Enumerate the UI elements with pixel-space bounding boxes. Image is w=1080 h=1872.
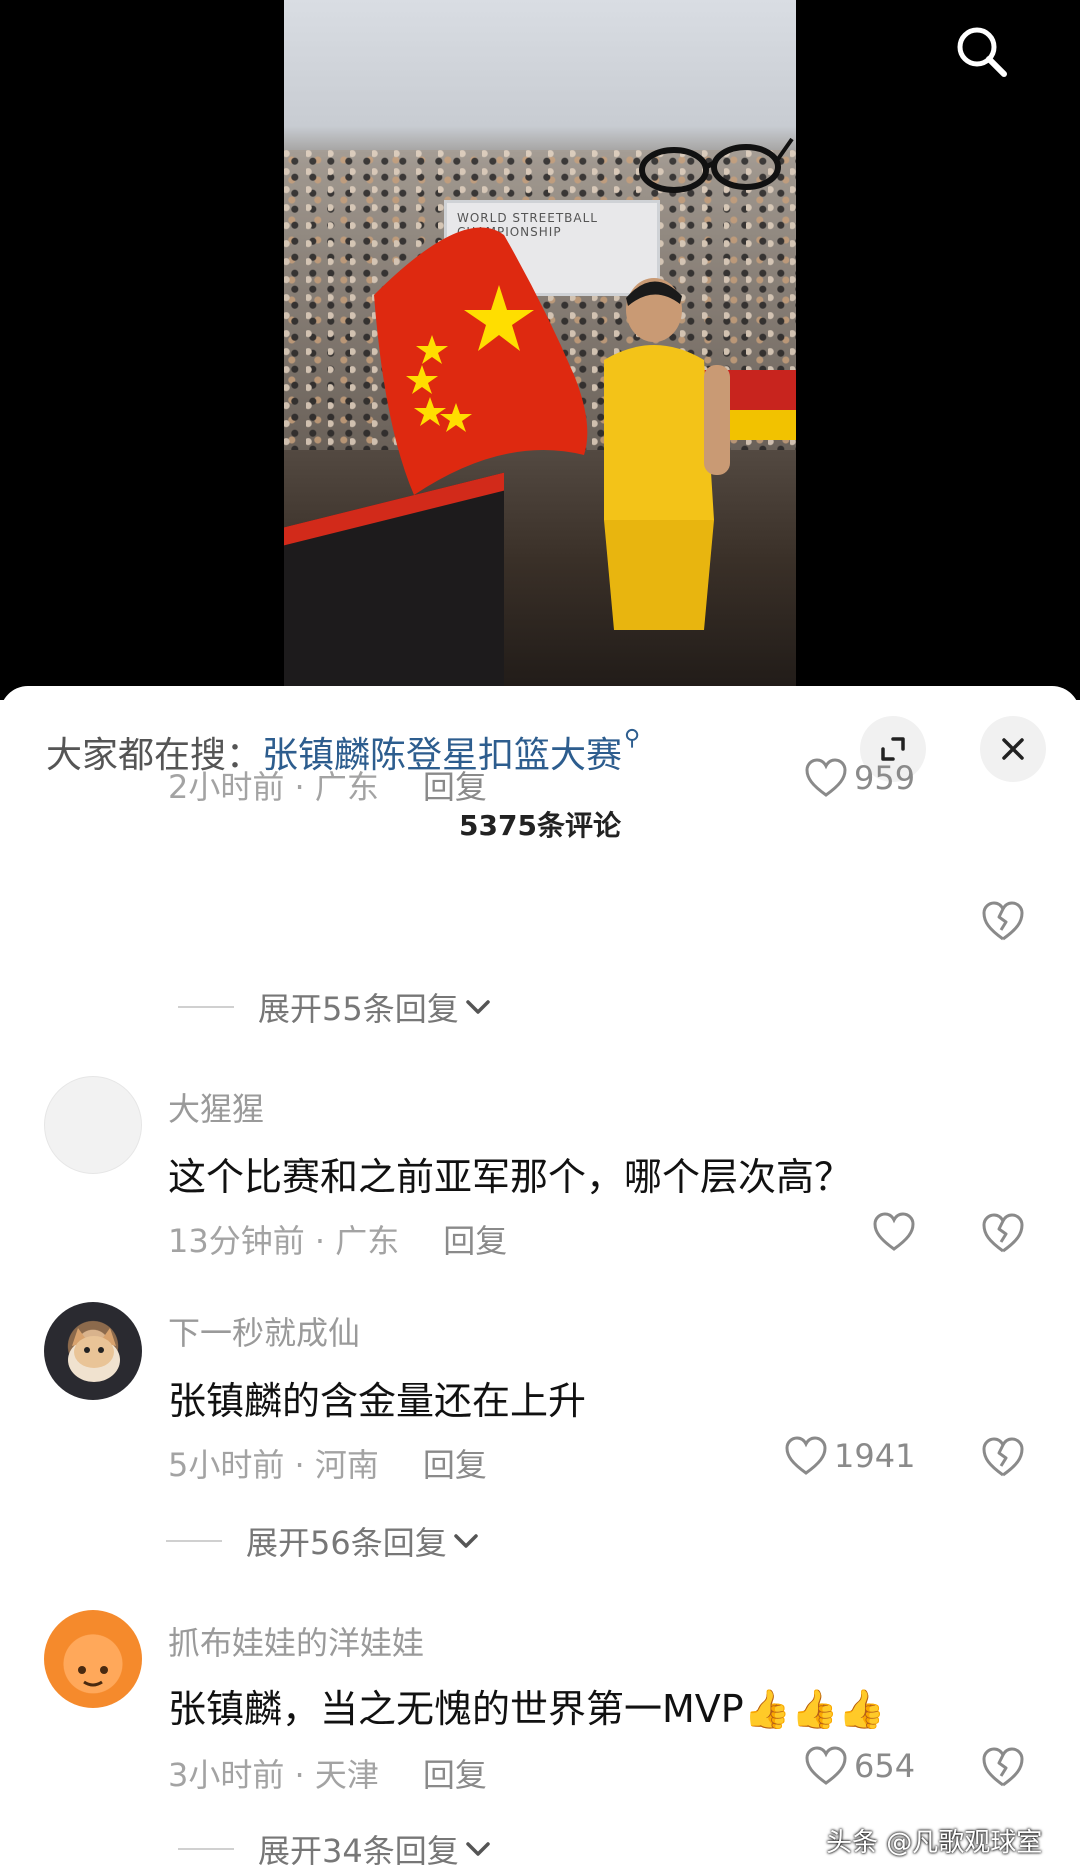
dislike-button[interactable]: [980, 900, 1026, 942]
comment-meta: 3小时前 · 天津 回复: [168, 1750, 487, 1796]
cat-avatar-image: [68, 1328, 120, 1382]
comment-time-location: 13分钟前 · 广东: [168, 1222, 400, 1260]
like-count: 1941: [834, 1437, 916, 1475]
foreground-jacket: [284, 472, 504, 700]
reply-button[interactable]: 回复: [443, 1222, 507, 1260]
close-icon: [1002, 738, 1024, 760]
expand-replies-label: 展开55条回复: [258, 990, 459, 1028]
dislike-button[interactable]: [980, 1436, 1026, 1478]
comment-meta: 5小时前 · 河南 回复: [168, 1440, 487, 1486]
like-button[interactable]: 654: [804, 1746, 915, 1786]
avatar[interactable]: [44, 1076, 142, 1174]
comment-meta: 13分钟前 · 广东 回复: [168, 1216, 507, 1262]
like-count: 959: [854, 759, 916, 797]
heart-icon: [805, 1746, 847, 1785]
dislike-button[interactable]: [980, 1746, 1026, 1788]
watermark: 头条 @凡歌观球室: [826, 1828, 1043, 1858]
chevron-down-icon: [453, 1534, 478, 1548]
avatar[interactable]: [44, 1610, 142, 1708]
comment-time-location: 3小时前 · 天津: [168, 1756, 379, 1794]
comment-author[interactable]: 大猩猩: [168, 1084, 264, 1130]
glasses-prop: [639, 137, 794, 193]
close-button[interactable]: [980, 716, 1046, 782]
comment-author[interactable]: 下一秒就成仙: [168, 1308, 360, 1354]
dislike-button[interactable]: [980, 1212, 1026, 1254]
chevron-down-icon: [465, 1000, 490, 1014]
divider-dash: [178, 1006, 234, 1008]
divider-dash: [166, 1540, 222, 1542]
comment-author[interactable]: 抓布娃娃的洋娃娃: [168, 1618, 424, 1664]
like-button[interactable]: [872, 1212, 922, 1252]
orange-face-avatar-image: [78, 1666, 108, 1687]
like-button[interactable]: 959: [804, 758, 915, 798]
reply-button[interactable]: 回复: [423, 1756, 487, 1794]
comment-count: 5375条评论: [459, 809, 621, 842]
expand-replies-label: 展开56条回复: [246, 1524, 447, 1562]
comment-text: 这个比赛和之前亚军那个，哪个层次高？: [168, 1155, 853, 1199]
chevron-down-icon: [465, 1842, 490, 1856]
heart-icon: [785, 1436, 827, 1475]
expand-replies-button[interactable]: 展开56条回复: [166, 1518, 479, 1564]
reply-button[interactable]: 回复: [423, 768, 487, 806]
expand-replies-button[interactable]: 展开55条回复: [178, 984, 491, 1030]
search-small-icon: ⚲: [624, 726, 641, 751]
like-count: 654: [854, 1747, 916, 1785]
comment-meta: 2小时前 · 广东 回复: [168, 762, 487, 808]
search-icon[interactable]: [952, 22, 1012, 82]
avatar[interactable]: [44, 1302, 142, 1400]
comment-text: 张镇麟，当之无愧的世界第一MVP👍👍👍: [168, 1687, 886, 1731]
heart-icon: [805, 758, 847, 797]
expand-replies-button[interactable]: 展开34条回复: [178, 1826, 491, 1872]
heart-icon: [873, 1212, 915, 1251]
comment-time-location: 2小时前 · 广东: [168, 768, 379, 806]
video-frame[interactable]: WORLD STREETBALL CHAMPIONSHIP: [284, 0, 796, 700]
comment-time-location: 5小时前 · 河南: [168, 1446, 379, 1484]
divider-dash: [178, 1848, 234, 1850]
video-player[interactable]: WORLD STREETBALL CHAMPIONSHIP: [0, 0, 1080, 700]
like-button[interactable]: 1941: [784, 1436, 915, 1476]
comment-text: 张镇麟的含金量还在上升: [168, 1379, 587, 1423]
expand-replies-label: 展开34条回复: [258, 1832, 459, 1870]
reply-button[interactable]: 回复: [423, 1446, 487, 1484]
